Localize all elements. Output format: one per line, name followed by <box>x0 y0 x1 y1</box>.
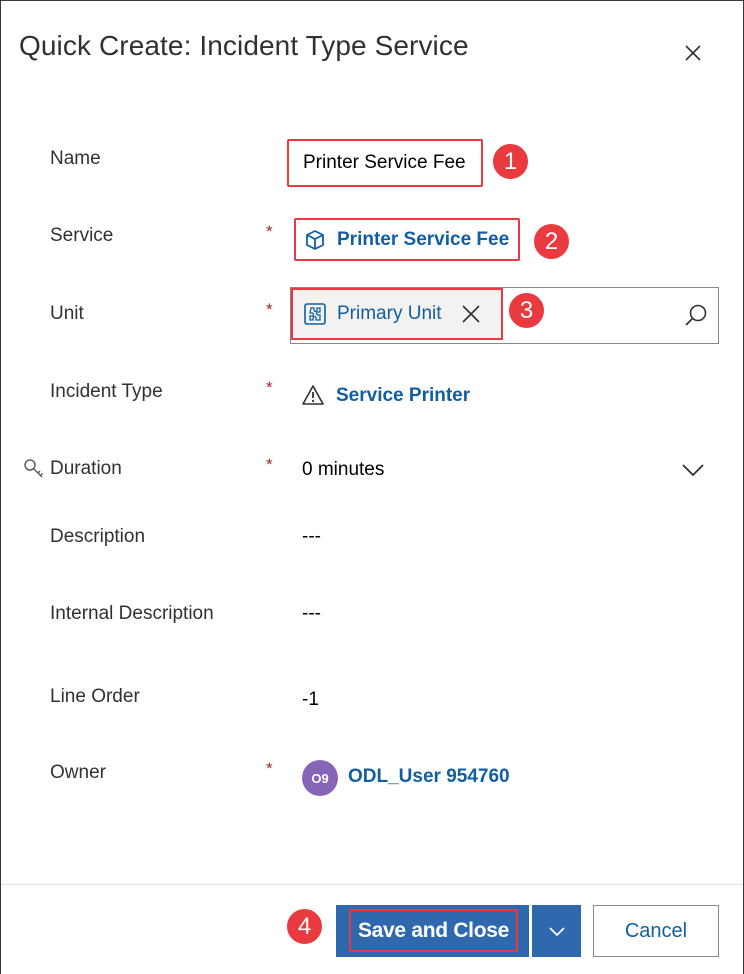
internal-description-value[interactable]: --- <box>302 602 321 626</box>
service-label: Service <box>50 225 114 246</box>
key-icon <box>24 459 44 478</box>
close-icon[interactable] <box>460 303 482 325</box>
chevron-down-icon <box>682 464 704 477</box>
avatar: O9 <box>302 760 338 796</box>
owner-label: Owner <box>50 762 106 783</box>
name-field[interactable]: Printer Service Fee <box>287 139 483 187</box>
duration-select[interactable]: 0 minutes <box>296 452 720 490</box>
callout-badge-3: 3 <box>508 292 545 329</box>
callout-badge-2: 2 <box>533 223 570 260</box>
cube-icon <box>306 230 324 250</box>
line-order-value[interactable]: -1 <box>302 688 319 712</box>
close-button[interactable] <box>678 38 708 68</box>
required-indicator: * <box>266 378 273 397</box>
description-label: Description <box>50 526 146 547</box>
description-value[interactable]: --- <box>302 525 321 549</box>
close-icon <box>685 45 701 61</box>
save-and-close-button[interactable]: Save and Close <box>336 905 529 957</box>
dialog-title: Quick Create: Incident Type Service <box>19 30 469 61</box>
service-link[interactable]: Printer Service Fee <box>337 229 509 251</box>
callout-badge-4: 4 <box>286 908 323 945</box>
unit-icon <box>304 303 326 325</box>
save-options-dropdown-button[interactable] <box>532 905 581 957</box>
chevron-down-icon <box>548 927 565 937</box>
duration-value: 0 minutes <box>302 459 385 480</box>
field-row-line-order: Line Order -1 <box>0 685 744 725</box>
field-row-internal-description: Internal Description --- <box>0 602 744 642</box>
name-label: Name <box>50 148 101 169</box>
required-indicator: * <box>266 222 273 241</box>
save-and-close-label: Save and Close <box>349 909 518 952</box>
required-indicator: * <box>266 455 273 474</box>
duration-label: Duration <box>50 458 122 479</box>
owner-link[interactable]: ODL_User 954760 <box>348 765 510 789</box>
search-icon[interactable] <box>683 303 709 329</box>
field-row-description: Description --- <box>0 525 744 565</box>
unit-tag-label: Primary Unit <box>337 303 442 324</box>
incident-type-link[interactable]: Service Printer <box>336 384 470 408</box>
unit-label: Unit <box>50 303 84 324</box>
unit-selected-tag[interactable]: Primary Unit <box>291 288 503 340</box>
name-value: Printer Service Fee <box>303 152 466 173</box>
callout-badge-1: 1 <box>492 143 529 180</box>
service-lookup-value[interactable]: Printer Service Fee <box>294 218 520 261</box>
required-indicator: * <box>266 759 273 778</box>
incident-type-label: Incident Type <box>50 381 163 402</box>
warning-icon <box>302 385 324 405</box>
cancel-button[interactable]: Cancel <box>593 905 719 957</box>
line-order-label: Line Order <box>50 686 140 707</box>
required-indicator: * <box>266 300 273 319</box>
internal-description-label: Internal Description <box>50 603 214 624</box>
